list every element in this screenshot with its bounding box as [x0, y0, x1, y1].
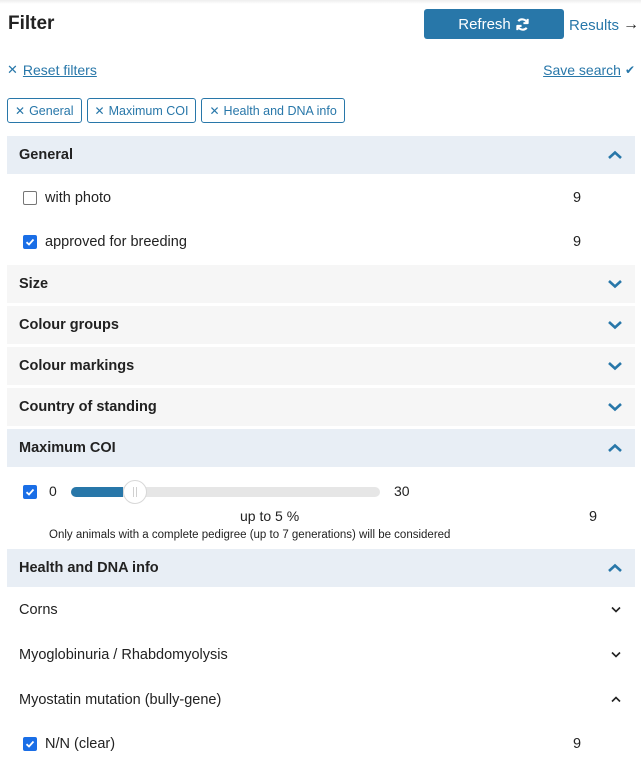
section-size: Size: [7, 265, 635, 303]
slider-min-label: 0: [49, 483, 57, 499]
subsection-label: Myostatin mutation (bully-gene): [19, 691, 222, 708]
option-row: N/N (clear) 9: [7, 722, 635, 766]
save-search-label: Save search: [543, 62, 621, 78]
chip-maximum-coi[interactable]: ✕ Maximum COI: [86, 98, 197, 123]
filter-header: Filter Refresh Results →: [0, 0, 641, 50]
save-search-link[interactable]: Save search ✔: [543, 62, 635, 78]
section-header-colour-groups[interactable]: Colour groups: [7, 306, 635, 344]
option-count: 9: [589, 509, 598, 525]
chevron-down-icon: [611, 651, 621, 658]
reset-filters-label: Reset filters: [22, 62, 97, 78]
section-colour-groups: Colour groups: [7, 306, 635, 344]
chip-label: General: [29, 103, 74, 118]
section-title: Colour groups: [19, 317, 119, 333]
subsection-corns[interactable]: Corns: [7, 587, 635, 632]
section-header-health-dna[interactable]: Health and DNA info: [7, 549, 635, 587]
close-icon: ✕: [7, 62, 18, 77]
option-label: with photo: [45, 190, 112, 206]
chevron-down-icon: [608, 362, 622, 371]
remove-icon: ✕: [15, 103, 26, 118]
remove-icon: ✕: [94, 103, 105, 118]
checkbox-nn-clear[interactable]: [23, 737, 37, 751]
chevron-up-icon: [608, 150, 622, 159]
section-header-colour-markings[interactable]: Colour markings: [7, 347, 635, 385]
slider-max-label: 30: [394, 483, 410, 499]
section-country: Country of standing: [7, 388, 635, 426]
section-title: Country of standing: [19, 399, 157, 415]
check-icon: [25, 740, 35, 748]
section-header-general[interactable]: General: [7, 136, 635, 174]
arrow-right-icon: →: [623, 16, 640, 33]
section-maximum-coi: Maximum COI 0 30 up to 5 % Only animals …: [7, 429, 635, 567]
remove-icon: ✕: [209, 103, 220, 118]
subsection-label: Corns: [19, 601, 58, 618]
section-header-maximum-coi[interactable]: Maximum COI: [7, 429, 635, 467]
section-general: General with photo 9 approved for breedi…: [7, 136, 635, 264]
chevron-down-icon: [611, 606, 621, 613]
refresh-label: Refresh: [458, 15, 511, 33]
page-title: Filter: [8, 13, 55, 34]
chevron-up-icon: [608, 443, 622, 452]
section-health-dna: Health and DNA info Corns Myoglobinuria …: [7, 549, 635, 766]
chip-label: Maximum COI: [108, 103, 189, 118]
subsection-label: Myoglobinuria / Rhabdomyolysis: [19, 646, 228, 663]
coi-note: Only animals with a complete pedigree (u…: [49, 529, 451, 541]
option-count: 9: [573, 234, 582, 250]
chip-label: Health and DNA info: [223, 103, 337, 118]
check-icon: [25, 238, 35, 246]
check-icon: ✔: [624, 63, 635, 77]
results-link[interactable]: Results →: [569, 16, 639, 34]
section-colour-markings: Colour markings: [7, 347, 635, 385]
section-title: Health and DNA info: [19, 560, 159, 576]
chip-health-dna[interactable]: ✕ Health and DNA info: [201, 98, 345, 123]
chevron-down-icon: [608, 280, 622, 289]
chevron-down-icon: [608, 321, 622, 330]
section-header-country[interactable]: Country of standing: [7, 388, 635, 426]
coi-slider-handle[interactable]: [122, 480, 147, 504]
slider-value-label: up to 5 %: [240, 508, 300, 524]
option-count: 9: [573, 190, 582, 206]
section-title: Colour markings: [19, 358, 135, 374]
chip-general[interactable]: ✕ General: [7, 98, 82, 123]
chevron-up-icon: [608, 563, 622, 572]
subsection-myostatin[interactable]: Myostatin mutation (bully-gene): [7, 677, 635, 722]
section-title: Maximum COI: [19, 440, 116, 456]
section-title: General: [19, 147, 73, 163]
section-header-size[interactable]: Size: [7, 265, 635, 303]
chevron-down-icon: [608, 403, 622, 412]
results-label: Results: [569, 16, 620, 34]
checkbox-with-photo[interactable]: [23, 191, 37, 205]
coi-slider-fill: [71, 487, 123, 497]
option-row: approved for breeding 9: [7, 220, 635, 264]
coi-slider-track[interactable]: [71, 480, 380, 504]
option-label: approved for breeding: [45, 234, 187, 250]
option-label: N/N (clear): [45, 736, 116, 752]
reset-filters-link[interactable]: ✕ Reset filters: [7, 62, 97, 78]
option-row: with photo 9: [7, 176, 635, 220]
refresh-icon: [516, 17, 529, 31]
chevron-up-icon: [611, 696, 621, 703]
active-filter-chips: ✕ General ✕ Maximum COI ✕ Health and DNA…: [7, 98, 345, 123]
check-icon: [25, 488, 35, 496]
refresh-button[interactable]: Refresh: [424, 9, 564, 39]
option-count: 9: [573, 736, 582, 752]
checkbox-coi[interactable]: [23, 485, 37, 499]
subsection-myoglobinuria[interactable]: Myoglobinuria / Rhabdomyolysis: [7, 632, 635, 677]
section-title: Size: [19, 276, 49, 292]
checkbox-approved-for-breeding[interactable]: [23, 235, 37, 249]
